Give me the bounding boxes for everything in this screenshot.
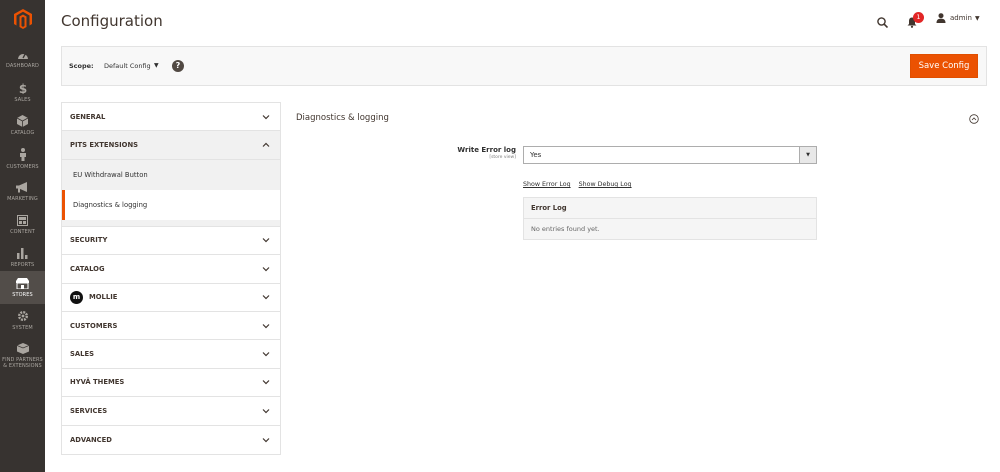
tab-services[interactable]: SERVICES (62, 397, 280, 426)
show-error-log-link[interactable]: Show Error Log (523, 181, 571, 188)
nav-item-sales[interactable]: $ SALES (0, 76, 45, 109)
tab-catalog[interactable]: CATALOG (62, 255, 280, 284)
subgroup-end (62, 219, 280, 227)
help-icon[interactable]: ? (172, 60, 184, 72)
box-icon (16, 343, 29, 354)
nav-item-dashboard[interactable]: DASHBOARD (0, 43, 45, 76)
nav-label: CONTENT (10, 228, 35, 235)
write-error-log-select[interactable]: Yes ▼ (523, 146, 817, 164)
subtab-eu-withdrawal-button[interactable]: EU Withdrawal Button (62, 159, 280, 190)
tab-label: SALES (70, 350, 95, 359)
page-title: Configuration (61, 12, 163, 30)
log-links: Show Error Log Show Debug Log (523, 181, 638, 188)
tab-customers[interactable]: CUSTOMERS (62, 311, 280, 341)
tab-label: SERVICES (70, 406, 108, 415)
chevron-down-icon (262, 114, 270, 120)
section-title[interactable]: Diagnostics & logging (296, 113, 389, 123)
search-icon[interactable] (877, 13, 889, 32)
nav-label: STORES (12, 291, 33, 298)
layout-icon (17, 214, 28, 226)
tab-label: MOLLIE (89, 293, 118, 302)
svg-text:$: $ (18, 82, 26, 94)
admin-sidebar: DASHBOARD $ SALES CATALOG CUSTOMERS MARK… (0, 0, 45, 472)
nav-item-customers[interactable]: CUSTOMERS (0, 142, 45, 175)
notifications-badge[interactable]: 1 (913, 12, 924, 23)
select-value: Yes (530, 151, 542, 159)
chevron-down-icon (262, 380, 270, 385)
bar-chart-icon (17, 247, 28, 259)
person-icon (19, 147, 26, 161)
save-config-button[interactable]: Save Config (910, 54, 978, 78)
tab-label: SECURITY (70, 236, 108, 245)
config-tabs: GENERAL PITS EXTENSIONS EU Withdrawal Bu… (61, 102, 281, 455)
chevron-down-icon (262, 266, 270, 272)
subtab-diagnostics-logging[interactable]: Diagnostics & logging (62, 189, 280, 220)
chevron-down-icon (262, 238, 270, 243)
dollar-icon: $ (18, 82, 26, 94)
tab-label: PITS EXTENSIONS (70, 141, 139, 150)
caret-down-icon[interactable]: ▼ (154, 62, 159, 69)
nav-label: CATALOG (10, 130, 35, 136)
user-icon (936, 13, 946, 23)
write-error-log-label: Write Error log (457, 146, 516, 154)
tab-security[interactable]: SECURITY (62, 226, 280, 256)
chevron-down-icon (262, 352, 270, 357)
mollie-logo-icon: m (70, 290, 83, 304)
store-icon (16, 277, 29, 289)
megaphone-icon (16, 181, 27, 192)
chevron-down-icon (262, 323, 270, 328)
chevron-down-icon (262, 295, 270, 300)
nav-label: CUSTOMERS (6, 163, 39, 170)
cube-icon (17, 115, 28, 127)
collapse-circle-icon[interactable] (969, 114, 979, 124)
tab-pits-extensions[interactable]: PITS EXTENSIONS (62, 131, 280, 160)
nav-item-content[interactable]: CONTENT (0, 208, 45, 241)
nav-label: SALES (14, 97, 31, 103)
nav-label: SYSTEM (12, 325, 33, 331)
caret-down-icon: ▼ (974, 14, 980, 22)
tab-label: CUSTOMERS (70, 321, 118, 330)
gear-icon (17, 311, 28, 321)
error-log-empty-message: No entries found yet. (524, 219, 816, 239)
dashboard-icon (17, 53, 28, 59)
chevron-down-icon (262, 437, 270, 443)
error-log-panel: Error Log No entries found yet. (523, 197, 817, 240)
nav-item-reports[interactable]: REPORTS (0, 241, 45, 274)
tab-sales[interactable]: SALES (62, 340, 280, 369)
nav-item-stores[interactable]: STORES (0, 271, 45, 304)
user-name: admin (950, 14, 972, 22)
user-menu[interactable]: admin ▼ (936, 13, 980, 23)
nav-item-marketing[interactable]: MARKETING (0, 175, 45, 208)
field-scope-hint: [store view] (489, 155, 516, 160)
nav-label: MARKETING (7, 195, 38, 202)
tab-hyva-themes[interactable]: HYVÄ THEMES (62, 368, 280, 398)
tab-label: ADVANCED (70, 435, 112, 444)
nav-label: FIND PARTNERS & EXTENSIONS (2, 357, 43, 369)
show-debug-log-link[interactable]: Show Debug Log (579, 181, 632, 188)
caret-down-icon: ▼ (799, 147, 816, 163)
chevron-up-icon (262, 142, 270, 148)
nav-label: REPORTS (10, 261, 35, 268)
error-log-title: Error Log (524, 198, 816, 219)
scope-label: Scope: (69, 62, 94, 70)
chevron-down-icon (262, 408, 270, 414)
tab-label-group: m MOLLIE (70, 290, 118, 304)
tab-general[interactable]: GENERAL (62, 103, 280, 132)
tab-label: HYVÄ THEMES (70, 378, 125, 387)
nav-label: DASHBOARD (6, 63, 39, 69)
nav-item-partners[interactable]: FIND PARTNERS & EXTENSIONS (0, 336, 45, 376)
tab-advanced[interactable]: ADVANCED (62, 425, 280, 454)
tab-mollie[interactable]: m MOLLIE (62, 283, 280, 312)
nav-item-catalog[interactable]: CATALOG (0, 109, 45, 142)
magento-logo-icon[interactable] (0, 0, 45, 38)
nav-item-system[interactable]: SYSTEM (0, 304, 45, 337)
scope-switcher[interactable]: Default Config (104, 62, 151, 70)
tab-label: GENERAL (70, 112, 106, 121)
scope-bar: Scope: Default Config ▼ ? Save Config (61, 46, 987, 86)
tab-label: CATALOG (70, 264, 105, 273)
